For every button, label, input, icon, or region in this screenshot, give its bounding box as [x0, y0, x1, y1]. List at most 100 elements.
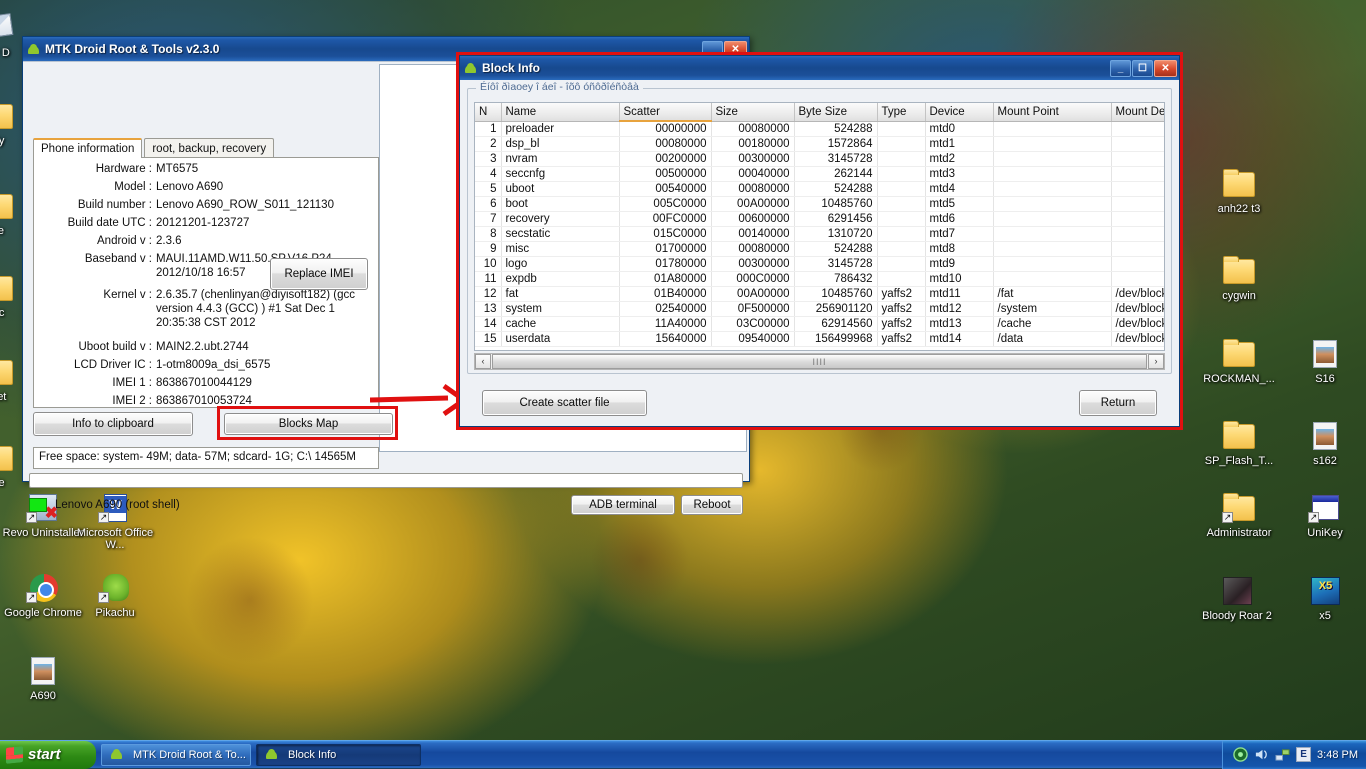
desktop-icon-clipped-5[interactable]: Me	[0, 442, 38, 489]
table-row[interactable]: 7 recovery 00FC0000 00600000 6291456 mtd6	[475, 211, 1164, 227]
cell-n: 14	[475, 316, 502, 332]
cell-byte-size: 3145728	[794, 256, 878, 272]
create-scatter-file-button[interactable]: Create scatter file	[482, 390, 647, 416]
tab-phone-information[interactable]: Phone information	[33, 138, 143, 158]
desktop[interactable]: My D My Re foc Viet Me ↗ Revo Uninstalle…	[0, 0, 1366, 740]
scrollbar-thumb[interactable]: IIII	[492, 354, 1147, 369]
cell-type: yaffs2	[877, 331, 926, 347]
system-tray[interactable]: E 3:48 PM	[1222, 740, 1366, 769]
desktop-icon-revo-uninstaller[interactable]: ↗ Revo Uninstaller	[2, 492, 84, 539]
network-icon[interactable]	[1275, 747, 1290, 762]
block-info-title-bar[interactable]: Block Info _ ☐ ✕	[460, 56, 1179, 80]
cell-name: cache	[501, 316, 620, 332]
cell-mount-device	[1111, 196, 1164, 212]
column-header-device[interactable]: Device	[925, 103, 994, 122]
cell-mount-point	[993, 271, 1112, 287]
volume-icon[interactable]	[1254, 747, 1269, 762]
cell-name: misc	[501, 241, 620, 257]
adb-terminal-button[interactable]: ADB terminal	[571, 495, 675, 515]
taskbar-item-block-info[interactable]: Block Info	[256, 743, 421, 766]
desktop-icon-cygwin[interactable]: cygwin	[1198, 255, 1280, 302]
info-row-uboot: Uboot build v : MAIN2.2.ubt.2744	[34, 340, 372, 354]
desktop-icon-x5[interactable]: x5	[1284, 575, 1366, 622]
block-info-inner: Block Info _ ☐ ✕ Éíôî ðìaoey î áeî - îõô…	[459, 55, 1180, 427]
horizontal-scrollbar[interactable]: ‹ IIII ›	[474, 353, 1165, 370]
folder-icon	[1222, 168, 1256, 200]
reboot-button[interactable]: Reboot	[681, 495, 743, 515]
desktop-icon-anh22-t3[interactable]: anh22 t3	[1198, 168, 1280, 215]
info-label: IMEI 2 :	[112, 395, 152, 407]
cell-device: mtd3	[925, 166, 994, 182]
minimize-button[interactable]: _	[1110, 59, 1131, 77]
taskbar-item-mtk-droid[interactable]: MTK Droid Root & To...	[101, 743, 251, 766]
cell-type	[877, 121, 926, 137]
cell-mount-point	[993, 256, 1112, 272]
cell-name: seccnfg	[501, 166, 620, 182]
image-file-icon	[1308, 420, 1342, 452]
replace-imei-button[interactable]: Replace IMEI	[270, 258, 368, 290]
close-button[interactable]: ✕	[1154, 59, 1177, 77]
cell-mount-device: /dev/block/mtd	[1111, 286, 1164, 302]
column-header-byte-size[interactable]: Byte Size	[794, 103, 878, 122]
column-header-n[interactable]: N	[475, 103, 502, 122]
info-to-clipboard-button[interactable]: Info to clipboard	[33, 412, 193, 436]
desktop-icon-pikachu[interactable]: ↗ Pikachu	[74, 572, 156, 619]
desktop-icon-s16[interactable]: S16	[1284, 338, 1366, 385]
table-row[interactable]: 15 userdata 15640000 09540000 156499968 yaffs…	[475, 331, 1164, 347]
blocks-map-button[interactable]: Blocks Map	[224, 413, 393, 435]
table-row[interactable]: 12 fat 01B40000 00A00000 10485760 yaffs2 mtd11…	[475, 286, 1164, 302]
column-header-size[interactable]: Size	[711, 103, 795, 122]
desktop-icon-clipped-0[interactable]: My D	[0, 12, 38, 59]
return-button[interactable]: Return	[1079, 390, 1157, 416]
folder-icon	[0, 356, 14, 388]
column-header-name[interactable]: Name	[501, 103, 620, 122]
scroll-left-button[interactable]: ‹	[475, 354, 491, 369]
cell-scatter: 02540000	[619, 301, 712, 317]
cell-mount-device	[1111, 271, 1164, 287]
desktop-icon-microsoft-word[interactable]: ↗ Microsoft Office W...	[74, 492, 156, 551]
table-row[interactable]: 10 logo 01780000 00300000 3145728 mtd9	[475, 256, 1164, 272]
clock[interactable]: 3:48 PM	[1317, 749, 1358, 761]
desktop-icon-administrator[interactable]: ↗ Administrator	[1198, 492, 1280, 539]
antivirus-icon[interactable]	[1233, 747, 1248, 762]
table-row[interactable]: 1 preloader 00000000 00080000 524288 mtd0	[475, 121, 1164, 137]
table-row[interactable]: 13 system 02540000 0F500000 256901120 yaffs2 m…	[475, 301, 1164, 317]
cell-mount-device: /dev/block/mtd	[1111, 301, 1164, 317]
desktop-icon-sp-flash-tool[interactable]: SP_Flash_T...	[1198, 420, 1280, 467]
table-row[interactable]: 11 expdb 01A80000 000C0000 786432 mtd10	[475, 271, 1164, 287]
table-row[interactable]: 14 cache 11A40000 03C00000 62914560 yaffs2 mtd…	[475, 316, 1164, 332]
column-header-mount-point[interactable]: Mount Point	[993, 103, 1112, 122]
desktop-icon-s162[interactable]: s162	[1284, 420, 1366, 467]
input-language-indicator[interactable]: E	[1296, 747, 1312, 762]
tab-root-backup-recovery[interactable]: root, backup, recovery	[144, 138, 275, 158]
blocks-table-container[interactable]: N Name Scatter Size Byte Size Type Devic…	[474, 102, 1165, 351]
cell-n: 6	[475, 196, 502, 212]
table-row[interactable]: 3 nvram 00200000 00300000 3145728 mtd2	[475, 151, 1164, 167]
table-row[interactable]: 5 uboot 00540000 00080000 524288 mtd4	[475, 181, 1164, 197]
table-row[interactable]: 8 secstatic 015C0000 00140000 1310720 mtd7	[475, 226, 1164, 242]
table-row[interactable]: 2 dsp_bl 00080000 00180000 1572864 mtd1	[475, 136, 1164, 152]
cell-byte-size: 524288	[794, 121, 878, 137]
taskbar[interactable]: start MTK Droid Root & To... Block Info …	[0, 740, 1366, 769]
info-row-hardware: Hardware : MT6575	[34, 162, 372, 176]
cell-scatter: 00540000	[619, 181, 712, 197]
table-row[interactable]: 9 misc 01700000 00080000 524288 mtd8	[475, 241, 1164, 257]
start-button[interactable]: start	[0, 740, 96, 769]
cell-n: 5	[475, 181, 502, 197]
column-header-scatter[interactable]: Scatter	[619, 103, 712, 122]
table-row[interactable]: 6 boot 005C0000 00A00000 10485760 mtd5	[475, 196, 1164, 212]
info-row-kernel: Kernel v : 2.6.35.7 (chenlinyan@diyisoft…	[34, 288, 372, 330]
column-header-mount-device[interactable]: Mount Device	[1111, 103, 1164, 122]
column-header-type[interactable]: Type	[877, 103, 926, 122]
desktop-icon-google-chrome[interactable]: ↗ Google Chrome	[2, 572, 84, 619]
desktop-icon-unikey[interactable]: ↗ UniKey	[1284, 492, 1366, 539]
block-info-window[interactable]: Block Info _ ☐ ✕ Éíôî ðìaoey î áeî - îõô…	[456, 52, 1183, 430]
maximize-button[interactable]: ☐	[1132, 59, 1153, 77]
table-row[interactable]: 4 seccnfg 00500000 00040000 262144 mtd3	[475, 166, 1164, 182]
desktop-icon-bloody-roar-2[interactable]: Bloody Roar 2	[1196, 575, 1278, 622]
folder-icon	[1222, 420, 1256, 452]
cell-mount-point: /data	[993, 331, 1112, 347]
desktop-icon-rockman[interactable]: ROCKMAN_...	[1198, 338, 1280, 385]
desktop-icon-a690[interactable]: A690	[2, 655, 84, 702]
scroll-right-button[interactable]: ›	[1148, 354, 1164, 369]
